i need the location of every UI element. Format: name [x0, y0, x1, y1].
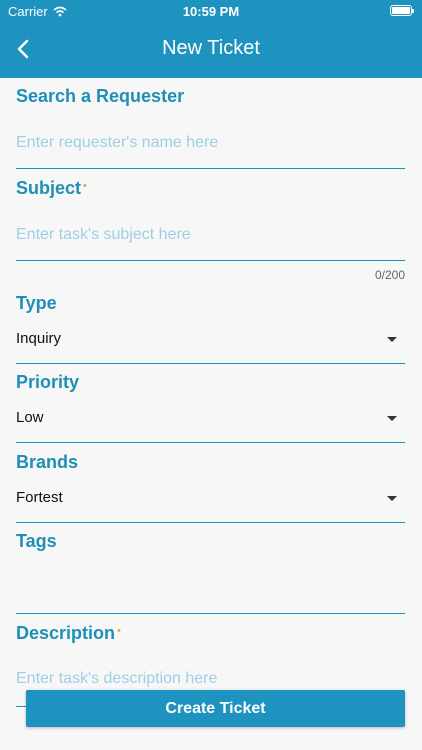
type-label: Type [16, 293, 57, 313]
subject-underline [16, 260, 405, 261]
requester-field: Search a Requester [16, 86, 405, 107]
brands-value: Fortest [16, 489, 63, 506]
description-required-mark: • [117, 625, 121, 637]
brands-select[interactable]: Fortest [16, 489, 405, 513]
page-title: New Ticket [162, 37, 260, 59]
description-field: Description • [16, 623, 405, 644]
requester-underline [16, 168, 405, 169]
subject-placeholder: Enter task's subject here [16, 226, 191, 243]
battery-icon [390, 5, 414, 16]
type-underline [16, 363, 405, 364]
tags-underline [16, 613, 405, 614]
requester-placeholder: Enter requester's name here [16, 134, 219, 151]
tags-label: Tags [16, 531, 57, 551]
brands-field: Brands [16, 452, 405, 473]
priority-underline [16, 442, 405, 443]
brands-label: Brands [16, 452, 79, 472]
chevron-down-icon [387, 496, 397, 501]
type-value: Inquiry [16, 330, 62, 347]
description-input[interactable]: Enter task's description here [16, 670, 405, 688]
description-label: Description [16, 623, 116, 643]
priority-field: Priority [16, 372, 405, 393]
create-ticket-button[interactable]: Create Ticket [26, 690, 405, 727]
priority-value: Low [16, 409, 44, 426]
subject-label: Subject [16, 178, 82, 198]
chevron-down-icon [387, 337, 397, 342]
status-bar: Carrier 10:59 PM [0, 3, 422, 21]
chevron-down-icon [387, 416, 397, 421]
subject-char-counter: 0/200 [374, 268, 405, 282]
requester-input[interactable]: Enter requester's name here [16, 134, 405, 152]
tags-input[interactable] [16, 565, 405, 605]
subject-required-mark: • [83, 180, 87, 192]
priority-select[interactable]: Low [16, 409, 405, 433]
tags-field: Tags [16, 531, 405, 552]
type-select[interactable]: Inquiry [16, 330, 405, 354]
priority-label: Priority [16, 372, 80, 392]
app-header: Carrier 10:59 PM New Ticket [0, 0, 422, 78]
description-placeholder: Enter task's description here [16, 670, 218, 687]
requester-label: Search a Requester [16, 86, 185, 106]
subject-input[interactable]: Enter task's subject here [16, 226, 405, 244]
type-field: Type [16, 293, 405, 314]
brands-underline [16, 522, 405, 523]
status-time: 10:59 PM [182, 4, 240, 19]
subject-field: Subject • [16, 178, 405, 199]
